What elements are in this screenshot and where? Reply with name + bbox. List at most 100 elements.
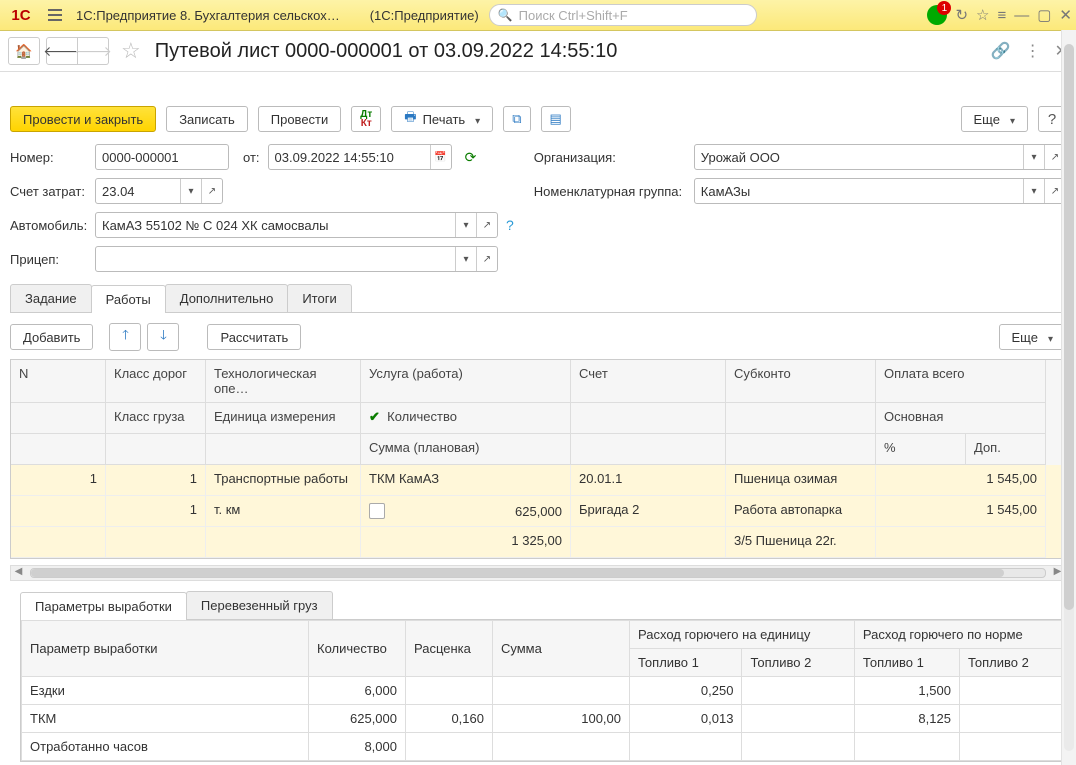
settings-icon[interactable]: ≡ [997,7,1006,24]
vehicle-input[interactable]: КамАЗ 55102 № С 024 ХК самосвалы ▾ ↗ [95,212,498,238]
more-label: Еще [974,112,1000,127]
document-header: 🏠 🡐 🡒 ☆ Путевой лист 0000-000001 от 03.0… [0,31,1076,72]
col-subkonto[interactable]: Субконто [726,360,876,403]
dropdown-icon[interactable]: ▾ [1023,179,1044,203]
checkbox[interactable] [369,503,385,519]
add-row-button[interactable]: Добавить [10,324,93,350]
back-button[interactable]: 🡐 [46,37,78,65]
nomgroup-input[interactable]: КамАЗы ▾ ↗ [694,178,1066,204]
number-input[interactable]: 0000-000001 [95,144,229,170]
global-search[interactable]: 🔍 Поиск Ctrl+Shift+F [489,4,757,26]
col-n[interactable]: N [11,360,106,403]
tab-additional[interactable]: Дополнительно [165,284,289,312]
col-sum-plan[interactable]: Сумма (плановая) [361,434,571,465]
col-pay-main[interactable]: Основная [876,403,1046,434]
tab-task[interactable]: Задание [10,284,92,312]
post-button[interactable]: Провести [258,106,342,132]
col-p-qty[interactable]: Количество [309,621,406,677]
col-qty[interactable]: ✔ Количество [361,403,571,434]
command-bar: Провести и закрыть Записать Провести ДтК… [0,72,1076,144]
params-grid[interactable]: Параметр выработки Количество Расценка С… [20,620,1066,762]
minimize-icon[interactable]: — [1014,7,1029,24]
date-input[interactable]: 03.09.2022 14:55:10 📅 [268,144,452,170]
col-pct[interactable]: % [876,434,966,465]
from-label: от: [243,150,260,165]
trailer-input[interactable]: ▾ ↗ [95,246,498,272]
table-row[interactable]: 1 т. км 625,000 Бригада 2 Работа автопар… [11,496,1065,527]
col-extra[interactable]: Доп. [966,434,1046,465]
calculate-button[interactable]: Рассчитать [207,324,301,350]
col-fuel2-u[interactable]: Топливо 2 [742,649,854,677]
col-param[interactable]: Параметр выработки [22,621,309,677]
open-icon[interactable]: ↗ [201,179,222,203]
cost-account-input[interactable]: 23.04 ▾ ↗ [95,178,223,204]
col-pay-total[interactable]: Оплата всего [876,360,1046,403]
col-techop[interactable]: Технологическая опе… [206,360,361,403]
structure-button[interactable]: ⧉ [503,106,530,132]
tab-results[interactable]: Итоги [287,284,351,312]
open-icon[interactable]: ↗ [476,213,497,237]
vehicle-label: Автомобиль: [10,218,95,233]
scroll-left-icon[interactable]: ◀ [11,566,26,580]
caret-down-icon [471,112,480,127]
link-icon[interactable]: 🔗 [991,41,1011,61]
app-close-icon[interactable]: ✕ [1059,6,1072,24]
works-more-button[interactable]: Еще [999,324,1066,350]
dtkt-button[interactable]: ДтКт [351,106,381,132]
col-fuel-norm[interactable]: Расход горючего по норме [854,621,1064,649]
notifications-icon[interactable]: 1 [927,5,947,25]
maximize-icon[interactable]: ▢ [1037,6,1051,24]
param-row[interactable]: ТКМ 625,000 0,160 100,00 0,013 8,125 [22,705,1065,733]
col-service[interactable]: Услуга (работа) [361,360,571,403]
post-and-close-button[interactable]: Провести и закрыть [10,106,156,132]
dropdown-icon[interactable]: ▾ [455,213,476,237]
report-button[interactable]: ▤ [541,106,571,132]
param-row[interactable]: Ездки 6,000 0,250 1,500 [22,677,1065,705]
printer-icon: 🖶 [404,108,416,130]
col-fuel2-n[interactable]: Топливо 2 [959,649,1064,677]
col-p-rate[interactable]: Расценка [406,621,493,677]
dropdown-icon[interactable]: ▾ [180,179,201,203]
works-grid[interactable]: N Класс дорог Технологическая опе… Услуг… [10,359,1066,559]
org-input[interactable]: Урожай ООО ▾ ↗ [694,144,1066,170]
param-row[interactable]: Отработанно часов 8,000 [22,733,1065,761]
help-inline-icon[interactable]: ? [506,217,514,233]
nomgroup-label: Номенклатурная группа: [534,184,694,199]
history-icon[interactable]: ↻ [955,6,968,24]
col-fuel1-n[interactable]: Топливо 1 [854,649,959,677]
caret-down-icon [1006,112,1015,127]
notification-badge: 1 [937,1,951,15]
move-up-button[interactable]: 🡑 [109,323,141,351]
col-road-class[interactable]: Класс дорог [106,360,206,403]
forward-button[interactable]: 🡒 [78,37,109,65]
col-fuel1-u[interactable]: Топливо 1 [630,649,742,677]
move-down-button[interactable]: 🡓 [147,323,179,351]
col-cargo-class[interactable]: Класс груза [106,403,206,434]
h-scrollbar[interactable]: ◀ ▶ [10,565,1066,581]
col-unit[interactable]: Единица измерения [206,403,361,434]
app-title: 1С:Предприятие 8. Бухгалтерия сельскох… [76,8,340,23]
calendar-icon[interactable]: 📅 [430,145,451,169]
favorite-icon[interactable]: ☆ [976,6,989,24]
col-account[interactable]: Счет [571,360,726,403]
tab-output-params[interactable]: Параметры выработки [20,592,187,620]
kebab-icon[interactable]: ⋮ [1025,41,1041,61]
save-button[interactable]: Записать [166,106,248,132]
dropdown-icon[interactable]: ▾ [1023,145,1044,169]
refresh-date-icon[interactable]: ⟳ [460,149,482,166]
print-button[interactable]: 🖶 Печать [391,106,493,132]
col-p-sum[interactable]: Сумма [493,621,630,677]
more-button[interactable]: Еще [961,106,1028,132]
table-row[interactable]: 1 1 Транспортные работы ТКМ КамАЗ 20.01.… [11,465,1065,496]
hamburger-icon[interactable] [42,9,68,21]
table-row[interactable]: 1 325,00 3/5 Пшеница 22г. [11,527,1065,558]
dropdown-icon[interactable]: ▾ [455,247,476,271]
home-button[interactable]: 🏠 [8,37,40,65]
star-icon[interactable]: ☆ [121,38,141,64]
v-scrollbar[interactable] [1061,30,1076,765]
tab-works[interactable]: Работы [91,285,166,313]
list-icon: ▤ [550,111,562,127]
tab-cargo-moved[interactable]: Перевезенный груз [186,591,333,619]
open-icon[interactable]: ↗ [476,247,497,271]
col-fuel-unit[interactable]: Расход горючего на единицу [630,621,855,649]
